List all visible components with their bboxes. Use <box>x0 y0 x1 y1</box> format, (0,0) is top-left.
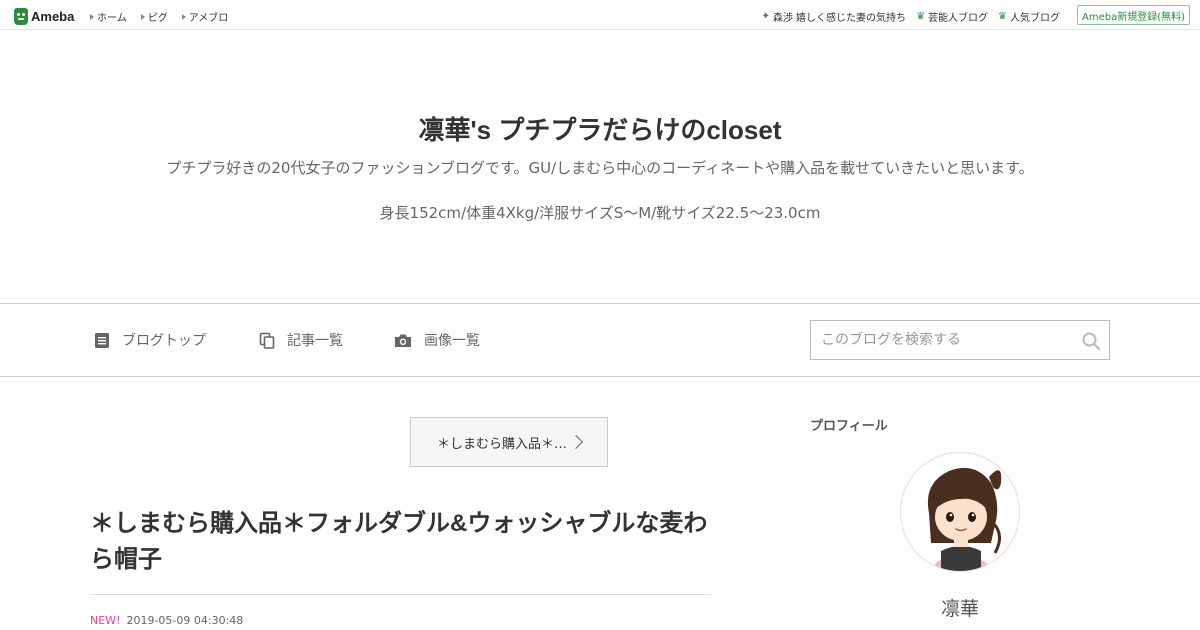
global-nav-pigg[interactable]: ピグ <box>140 9 168 24</box>
new-badge: NEW! <box>90 614 121 627</box>
copy-icon <box>259 332 275 349</box>
entry-datetime: 2019-05-09 04:30:48 <box>126 614 244 627</box>
search-icon[interactable] <box>1081 331 1101 351</box>
entry-meta: NEW! 2019-05-09 04:30:48 <box>90 614 243 627</box>
category-link[interactable]: ＊しまむら購入品＊… <box>410 417 608 467</box>
camera-icon <box>395 334 411 347</box>
avatar[interactable] <box>900 452 1020 572</box>
document-icon <box>95 332 109 348</box>
global-nav-home[interactable]: ホーム <box>90 9 127 24</box>
blog-profile-stats: 身長152cm/体重4Xkg/洋服サイズS〜M/靴サイズ22.5〜23.0cm <box>379 204 821 222</box>
register-button[interactable]: Ameba新規登録(無料) <box>1077 5 1190 25</box>
header-links: ✦ 森渉 嬉しく感じた妻の気持ち ♛ 芸能人ブログ ♛ 人気ブログ <box>751 9 1060 24</box>
crown-icon: ♛ <box>916 11 926 22</box>
global-nav: ホーム ピグ アメブロ <box>90 9 242 24</box>
category-label: ＊しまむら購入品＊… <box>436 436 567 452</box>
logo-text: Ameba <box>31 8 75 24</box>
search-input[interactable] <box>811 321 1071 359</box>
profile-avatar-image <box>927 467 1002 571</box>
entry-list-link[interactable]: 記事一覧 <box>259 330 343 350</box>
blog-search <box>810 320 1110 360</box>
blog-header: 凛華's プチプラだらけのcloset プチプラ好きの20代女子のファッションブ… <box>0 30 1200 303</box>
global-nav-ameblo[interactable]: アメブロ <box>181 9 228 24</box>
celebrity-blog-link[interactable]: ♛ 芸能人ブログ <box>916 9 988 24</box>
image-list-link[interactable]: 画像一覧 <box>394 330 480 350</box>
trending-news-link[interactable]: ✦ 森渉 嬉しく感じた妻の気持ち <box>761 9 906 24</box>
blog-top-link[interactable]: ブログトップ <box>94 330 206 350</box>
profile-heading: プロフィール <box>810 419 888 434</box>
title-divider <box>90 594 711 595</box>
triangle-right-icon <box>181 13 186 20</box>
crown-icon: ♛ <box>998 11 1007 22</box>
sparkle-icon: ✦ <box>761 11 770 22</box>
popular-blog-link[interactable]: ♛ 人気ブログ <box>998 9 1060 24</box>
global-header: Ameba ホーム ピグ アメブロ ✦ 森渉 嬉しく感じた妻の気持ち ♛ 芸能人ブロ… <box>0 0 1200 30</box>
blog-description: プチプラ好きの20代女子のファッションブログです。GU/しまむら中心のコーディネ… <box>166 159 1034 177</box>
entry-title[interactable]: ＊しまむら購入品＊フォルダブル&ウォッシャブルな麦わら帽子 <box>90 506 710 578</box>
chevron-right-icon <box>568 434 584 450</box>
profile-name[interactable]: 凛華 <box>810 594 1110 621</box>
ameba-logo[interactable]: Ameba <box>14 7 74 25</box>
blog-nav: ブログトップ 記事一覧 画像一覧 <box>0 303 1200 377</box>
ameba-mascot-icon <box>14 7 28 25</box>
triangle-right-icon <box>140 13 145 20</box>
blog-title[interactable]: 凛華's プチプラだらけのcloset <box>0 110 1200 147</box>
triangle-right-icon <box>90 13 94 20</box>
